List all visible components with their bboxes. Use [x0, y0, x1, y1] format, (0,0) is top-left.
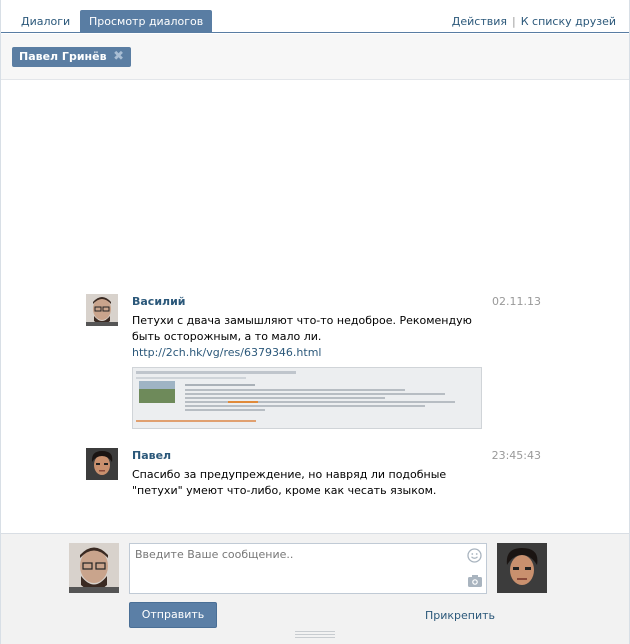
message-composer: Отправить Прикрепить: [1, 533, 629, 644]
attach-link[interactable]: Прикрепить: [425, 609, 495, 622]
message-link[interactable]: http://2ch.hk/vg/res/6379346.html: [132, 346, 322, 359]
message-body: Спасибо за предупреждение, но навряд ли …: [132, 468, 447, 497]
message-item: Павел 23:45:43 Спасибо за предупреждение…: [86, 448, 546, 508]
attached-screenshot[interactable]: [132, 367, 482, 429]
message-item: Василий 02.11.13 Петухи с двача замышляю…: [86, 294, 546, 434]
peer-bar: Павел Гринёв ✖: [1, 34, 629, 80]
peer-chip[interactable]: Павел Гринёв ✖: [12, 47, 131, 67]
tab-bar: Диалоги Просмотр диалогов Действия | К спи…: [1, 0, 629, 33]
peer-avatar[interactable]: [497, 543, 547, 593]
message-author[interactable]: Василий: [132, 295, 186, 308]
camera-icon[interactable]: [467, 574, 483, 588]
friends-list-link[interactable]: К списку друзей: [521, 15, 616, 28]
message-text: Петухи с двача замышляют что-то недоброе…: [132, 313, 492, 361]
peer-chip-name: Павел Гринёв: [19, 50, 107, 63]
message-text: Спасибо за предупреждение, но навряд ли …: [132, 467, 492, 499]
avatar[interactable]: [86, 294, 118, 326]
actions-link[interactable]: Действия: [452, 15, 507, 28]
message-body: Петухи с двача замышляют что-то недоброе…: [132, 314, 472, 343]
message-time: 23:45:43: [491, 449, 541, 462]
close-icon[interactable]: ✖: [112, 47, 126, 67]
link-separator: |: [512, 15, 516, 28]
resize-handle[interactable]: [295, 631, 335, 639]
my-avatar[interactable]: [69, 543, 119, 593]
avatar[interactable]: [86, 448, 118, 480]
tab-view-dialogs[interactable]: Просмотр диалогов: [80, 10, 213, 33]
message-time: 02.11.13: [492, 295, 541, 308]
dialog-page: Диалоги Просмотр диалогов Действия | К спи…: [0, 0, 630, 644]
message-author[interactable]: Павел: [132, 449, 171, 462]
smile-icon[interactable]: [467, 548, 482, 563]
send-button[interactable]: Отправить: [129, 602, 217, 628]
message-input-box: [129, 543, 487, 594]
tab-dialogs[interactable]: Диалоги: [12, 10, 79, 33]
message-input[interactable]: [135, 548, 460, 588]
top-links: Действия | К списку друзей: [452, 15, 616, 28]
